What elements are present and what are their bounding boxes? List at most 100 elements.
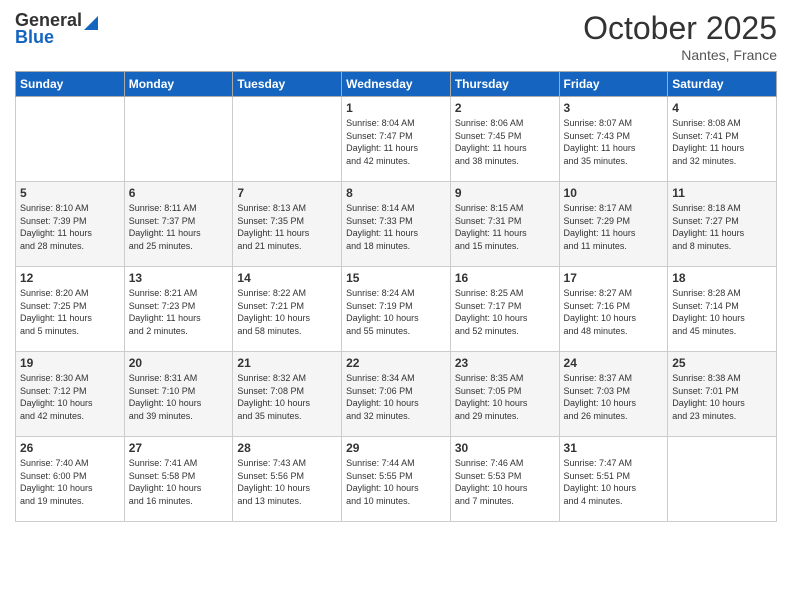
day-number: 5 — [20, 186, 120, 200]
day-number: 10 — [564, 186, 664, 200]
calendar-cell: 31Sunrise: 7:47 AM Sunset: 5:51 PM Dayli… — [559, 437, 668, 522]
logo: General Blue — [15, 10, 98, 48]
page-header: General Blue October 2025 Nantes, France — [15, 10, 777, 63]
day-info: Sunrise: 8:31 AM Sunset: 7:10 PM Dayligh… — [129, 372, 229, 422]
calendar-cell: 2Sunrise: 8:06 AM Sunset: 7:45 PM Daylig… — [450, 97, 559, 182]
day-info: Sunrise: 8:15 AM Sunset: 7:31 PM Dayligh… — [455, 202, 555, 252]
day-info: Sunrise: 8:38 AM Sunset: 7:01 PM Dayligh… — [672, 372, 772, 422]
calendar-cell: 11 Sunrise: 8:18 AM Sunset: 7:27 PM Dayli… — [668, 182, 777, 267]
day-number: 17 — [564, 271, 664, 285]
calendar-cell: 18Sunrise: 8:28 AM Sunset: 7:14 PM Dayli… — [668, 267, 777, 352]
calendar-cell: 1Sunrise: 8:04 AM Sunset: 7:47 PM Daylig… — [342, 97, 451, 182]
day-number: 11 — [672, 186, 772, 200]
day-info: Sunrise: 7:43 AM Sunset: 5:56 PM Dayligh… — [237, 457, 337, 507]
day-info: Sunrise: 8:22 AM Sunset: 7:21 PM Dayligh… — [237, 287, 337, 337]
day-header-thursday: Thursday — [450, 72, 559, 97]
calendar-cell: 5 Sunrise: 8:10 AM Sunset: 7:39 PM Daylig… — [16, 182, 125, 267]
calendar-cell: 20 Sunrise: 8:31 AM Sunset: 7:10 PM Dayli… — [124, 352, 233, 437]
calendar-cell: 27 Sunrise: 7:41 AM Sunset: 5:58 PM Dayli… — [124, 437, 233, 522]
calendar-cell: 16Sunrise: 8:25 AM Sunset: 7:17 PM Dayli… — [450, 267, 559, 352]
day-number: 6 — [129, 186, 229, 200]
day-info: Sunrise: 8:13 AM Sunset: 7:35 PM Dayligh… — [237, 202, 337, 252]
day-info: Sunrise: 8:11 AM Sunset: 7:37 PM Dayligh… — [129, 202, 229, 252]
day-number: 3 — [564, 101, 664, 115]
calendar-cell: 30Sunrise: 7:46 AM Sunset: 5:53 PM Dayli… — [450, 437, 559, 522]
day-number: 24 — [564, 356, 664, 370]
calendar-week-row: 26Sunrise: 7:40 AM Sunset: 6:00 PM Dayli… — [16, 437, 777, 522]
day-info: Sunrise: 8:25 AM Sunset: 7:17 PM Dayligh… — [455, 287, 555, 337]
day-number: 13 — [129, 271, 229, 285]
calendar-cell: 28Sunrise: 7:43 AM Sunset: 5:56 PM Dayli… — [233, 437, 342, 522]
day-header-monday: Monday — [124, 72, 233, 97]
calendar-cell: 24 Sunrise: 8:37 AM Sunset: 7:03 PM Dayli… — [559, 352, 668, 437]
day-number: 7 — [237, 186, 337, 200]
calendar-cell: 6 Sunrise: 8:11 AM Sunset: 7:37 PM Daylig… — [124, 182, 233, 267]
day-info: Sunrise: 8:34 AM Sunset: 7:06 PM Dayligh… — [346, 372, 446, 422]
calendar-cell: 25 Sunrise: 8:38 AM Sunset: 7:01 PM Dayli… — [668, 352, 777, 437]
day-number: 29 — [346, 441, 446, 455]
day-number: 15 — [346, 271, 446, 285]
day-number: 22 — [346, 356, 446, 370]
calendar-cell: 3 Sunrise: 8:07 AM Sunset: 7:43 PM Daylig… — [559, 97, 668, 182]
logo-blue: Blue — [15, 27, 54, 48]
calendar-header-row: SundayMondayTuesdayWednesdayThursdayFrid… — [16, 72, 777, 97]
day-number: 21 — [237, 356, 337, 370]
calendar-cell: 9 Sunrise: 8:15 AM Sunset: 7:31 PM Daylig… — [450, 182, 559, 267]
day-number: 27 — [129, 441, 229, 455]
calendar-cell: 26Sunrise: 7:40 AM Sunset: 6:00 PM Dayli… — [16, 437, 125, 522]
calendar-week-row: 12 Sunrise: 8:20 AM Sunset: 7:25 PM Dayli… — [16, 267, 777, 352]
calendar-cell: 22 Sunrise: 8:34 AM Sunset: 7:06 PM Dayli… — [342, 352, 451, 437]
day-number: 31 — [564, 441, 664, 455]
day-info: Sunrise: 8:21 AM Sunset: 7:23 PM Dayligh… — [129, 287, 229, 337]
calendar-week-row: 1Sunrise: 8:04 AM Sunset: 7:47 PM Daylig… — [16, 97, 777, 182]
day-info: Sunrise: 8:24 AM Sunset: 7:19 PM Dayligh… — [346, 287, 446, 337]
day-info: Sunrise: 8:28 AM Sunset: 7:14 PM Dayligh… — [672, 287, 772, 337]
day-info: Sunrise: 8:32 AM Sunset: 7:08 PM Dayligh… — [237, 372, 337, 422]
day-header-tuesday: Tuesday — [233, 72, 342, 97]
calendar-cell: 17 Sunrise: 8:27 AM Sunset: 7:16 PM Dayli… — [559, 267, 668, 352]
calendar-week-row: 5 Sunrise: 8:10 AM Sunset: 7:39 PM Daylig… — [16, 182, 777, 267]
calendar-cell: 19Sunrise: 8:30 AM Sunset: 7:12 PM Dayli… — [16, 352, 125, 437]
calendar-cell — [668, 437, 777, 522]
day-info: Sunrise: 7:44 AM Sunset: 5:55 PM Dayligh… — [346, 457, 446, 507]
calendar-cell: 4 Sunrise: 8:08 AM Sunset: 7:41 PM Daylig… — [668, 97, 777, 182]
day-info: Sunrise: 8:14 AM Sunset: 7:33 PM Dayligh… — [346, 202, 446, 252]
calendar-cell: 12 Sunrise: 8:20 AM Sunset: 7:25 PM Dayli… — [16, 267, 125, 352]
calendar-cell — [124, 97, 233, 182]
calendar-week-row: 19Sunrise: 8:30 AM Sunset: 7:12 PM Dayli… — [16, 352, 777, 437]
day-header-friday: Friday — [559, 72, 668, 97]
calendar-cell: 10Sunrise: 8:17 AM Sunset: 7:29 PM Dayli… — [559, 182, 668, 267]
day-info: Sunrise: 7:41 AM Sunset: 5:58 PM Dayligh… — [129, 457, 229, 507]
calendar-cell: 23Sunrise: 8:35 AM Sunset: 7:05 PM Dayli… — [450, 352, 559, 437]
day-info: Sunrise: 8:08 AM Sunset: 7:41 PM Dayligh… — [672, 117, 772, 167]
day-info: Sunrise: 8:04 AM Sunset: 7:47 PM Dayligh… — [346, 117, 446, 167]
day-number: 19 — [20, 356, 120, 370]
day-info: Sunrise: 8:27 AM Sunset: 7:16 PM Dayligh… — [564, 287, 664, 337]
day-info: Sunrise: 8:10 AM Sunset: 7:39 PM Dayligh… — [20, 202, 120, 252]
calendar-cell: 8 Sunrise: 8:14 AM Sunset: 7:33 PM Daylig… — [342, 182, 451, 267]
logo-triangle-icon — [84, 14, 98, 30]
calendar-cell — [233, 97, 342, 182]
day-info: Sunrise: 8:07 AM Sunset: 7:43 PM Dayligh… — [564, 117, 664, 167]
day-header-sunday: Sunday — [16, 72, 125, 97]
day-info: Sunrise: 8:20 AM Sunset: 7:25 PM Dayligh… — [20, 287, 120, 337]
day-info: Sunrise: 8:18 AM Sunset: 7:27 PM Dayligh… — [672, 202, 772, 252]
day-number: 25 — [672, 356, 772, 370]
title-block: October 2025 Nantes, France — [583, 10, 777, 63]
day-info: Sunrise: 8:35 AM Sunset: 7:05 PM Dayligh… — [455, 372, 555, 422]
day-info: Sunrise: 8:37 AM Sunset: 7:03 PM Dayligh… — [564, 372, 664, 422]
calendar-cell: 7 Sunrise: 8:13 AM Sunset: 7:35 PM Daylig… — [233, 182, 342, 267]
day-number: 12 — [20, 271, 120, 285]
day-number: 9 — [455, 186, 555, 200]
calendar-table: SundayMondayTuesdayWednesdayThursdayFrid… — [15, 71, 777, 522]
day-number: 4 — [672, 101, 772, 115]
day-info: Sunrise: 7:46 AM Sunset: 5:53 PM Dayligh… — [455, 457, 555, 507]
calendar-cell: 21 Sunrise: 8:32 AM Sunset: 7:08 PM Dayli… — [233, 352, 342, 437]
calendar-cell: 14Sunrise: 8:22 AM Sunset: 7:21 PM Dayli… — [233, 267, 342, 352]
day-number: 8 — [346, 186, 446, 200]
day-header-saturday: Saturday — [668, 72, 777, 97]
day-number: 20 — [129, 356, 229, 370]
calendar-cell: 29 Sunrise: 7:44 AM Sunset: 5:55 PM Dayli… — [342, 437, 451, 522]
day-header-wednesday: Wednesday — [342, 72, 451, 97]
day-info: Sunrise: 8:06 AM Sunset: 7:45 PM Dayligh… — [455, 117, 555, 167]
